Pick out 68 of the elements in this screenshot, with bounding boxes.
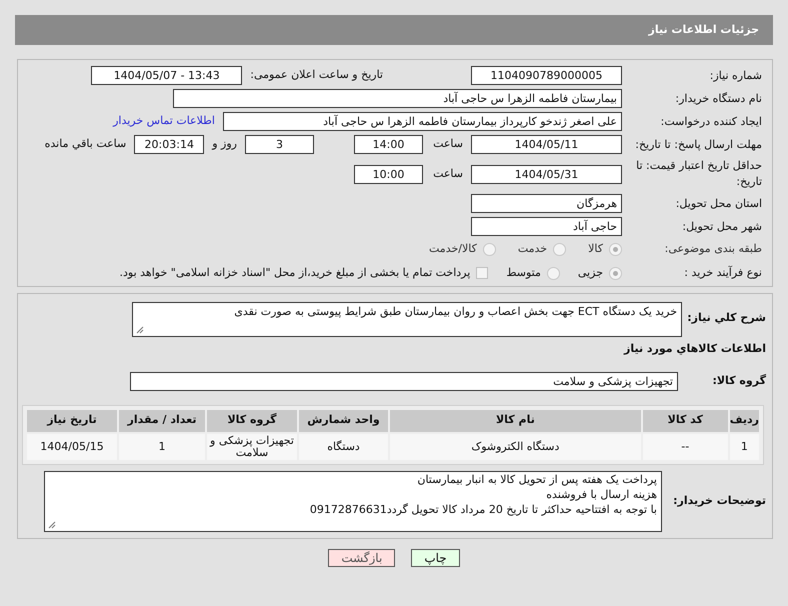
resize-grip-icon <box>48 520 56 528</box>
field-label: شهر محل تحویل: <box>681 218 762 235</box>
field-label: مهلت ارسال پاسخ: تا تاریخ: <box>634 136 762 152</box>
text-field[interactable]: 14:00 <box>354 135 423 154</box>
field-label: روز و <box>212 136 237 152</box>
field-label: ساعت <box>432 136 463 152</box>
field-label: گروه کالا: <box>711 372 766 389</box>
field-label: شرح کلي نياز: <box>690 310 766 326</box>
note-line: با توجه به افتتاحیه حداکثر تا تاریخ 20 مرداد کالا تحویل گردد09172876631 <box>308 502 657 516</box>
buyer-notes-field[interactable]: پرداخت یک هفته پس از تحویل کالا به انبار بیمارستان هزینه ارسال با فروشنده با توجه به افتتاحیه حداکثر تا تاریخ 20 مرداد کالا تحویل گردد09172876631 <box>44 470 662 532</box>
text-field[interactable]: حاجی آباد <box>471 217 622 236</box>
radio-button[interactable] <box>609 266 622 280</box>
field-label: ایجاد کننده درخواست: <box>660 114 762 130</box>
checkbox-label: پرداخت تمام یا بخشی از مبلغ خرید،از محل "اسناد خزانه اسلامی" خواهد بود. <box>120 264 470 281</box>
field-label: شماره نیاز: <box>708 68 762 84</box>
table-cell: 1404/05/15 <box>26 432 118 460</box>
table-cell: دستگاه <box>298 432 389 460</box>
field-label: طبقه بندی موضوعی: <box>664 241 762 257</box>
radio-label: کالا/خدمت <box>429 240 477 257</box>
text-field[interactable]: 1404/05/31 <box>471 164 622 184</box>
column-header: گروه کالا <box>206 408 298 432</box>
text-field[interactable]: 1104090789000005 <box>471 66 622 85</box>
section-title: اطلاعات کالاهاي مورد نياز <box>622 341 766 357</box>
text-field[interactable]: 10:00 <box>354 164 423 184</box>
radio-label: جزیی <box>578 264 603 281</box>
field-label: ساعت <box>432 166 463 182</box>
radio-label: خدمت <box>518 240 548 257</box>
table-cell: تجهیزات پزشکی و سلامت <box>206 432 298 460</box>
table-cell: 1 <box>118 432 206 460</box>
table-cell: -- <box>642 432 729 460</box>
text-field[interactable]: علی اصغر ژندخو کارپرداز بیمارستان فاطمه الزهرا س حاجی آباد <box>223 112 622 131</box>
field-label: حداقل تاریخ اعتبار قیمت: تا تاریخ: <box>635 158 762 190</box>
radio-button[interactable] <box>553 242 566 256</box>
text-field[interactable]: 1404/05/11 <box>471 135 622 154</box>
note-line: هزینه ارسال با فروشنده <box>545 486 657 502</box>
text-field[interactable]: هرمزگان <box>471 194 622 213</box>
back-button[interactable]: بازگشت <box>328 548 396 566</box>
resize-grip-icon <box>136 326 144 334</box>
text-field[interactable]: 3 <box>245 135 314 154</box>
field-label: تاریخ و ساعت اعلان عمومی: <box>250 67 383 84</box>
buyer-contact-link[interactable]: اطلاعات تماس خریدار <box>113 113 215 130</box>
radio-label: کالا <box>588 240 603 257</box>
radio-button[interactable] <box>482 242 496 256</box>
field-label: استان محل تحویل: <box>674 196 762 212</box>
countdown-field[interactable]: 20:03:14 <box>134 135 204 154</box>
column-header: واحد شمارش <box>298 408 389 432</box>
column-header: ردیف <box>728 408 760 432</box>
table-cell: 1 <box>728 432 760 460</box>
field-label: نام دستگاه خریدار: <box>674 90 762 107</box>
field-label: توضیحات خریدار: <box>672 492 766 509</box>
column-header: تاریخ نیاز <box>26 408 118 432</box>
note-line: پرداخت یک هفته پس از تحویل کالا به انبار بیمارستان <box>416 472 657 486</box>
column-header: تعداد / مقدار <box>118 408 206 432</box>
radio-button[interactable] <box>609 242 622 256</box>
header-bar: جزئیات اطلاعات نیاز <box>15 15 773 45</box>
checkbox[interactable] <box>476 267 488 279</box>
field-label: نوع فرآیند خرید : <box>683 264 762 281</box>
column-header: کد کالا <box>642 408 729 432</box>
print-button[interactable]: چاپ <box>411 548 460 566</box>
text-field[interactable]: بیمارستان فاطمه الزهرا س حاجی آباد <box>173 89 622 108</box>
radio-button[interactable] <box>546 266 560 280</box>
radio-label: متوسط <box>506 264 541 281</box>
column-header: نام کالا <box>389 408 642 432</box>
field-label: ساعت باقي مانده <box>44 136 126 152</box>
description-field[interactable]: خرید یک دستگاه ECT جهت بخش اعصاب و روان بیمارستان طبق شرایط پیوستی به صورت نقدی <box>132 302 682 337</box>
text-field[interactable]: 1404/05/07 - 13:43 <box>91 66 242 85</box>
text-field[interactable]: تجهیزات پزشکی و سلامت <box>130 372 678 390</box>
table-cell: دستگاه الکتروشوک <box>389 432 642 460</box>
